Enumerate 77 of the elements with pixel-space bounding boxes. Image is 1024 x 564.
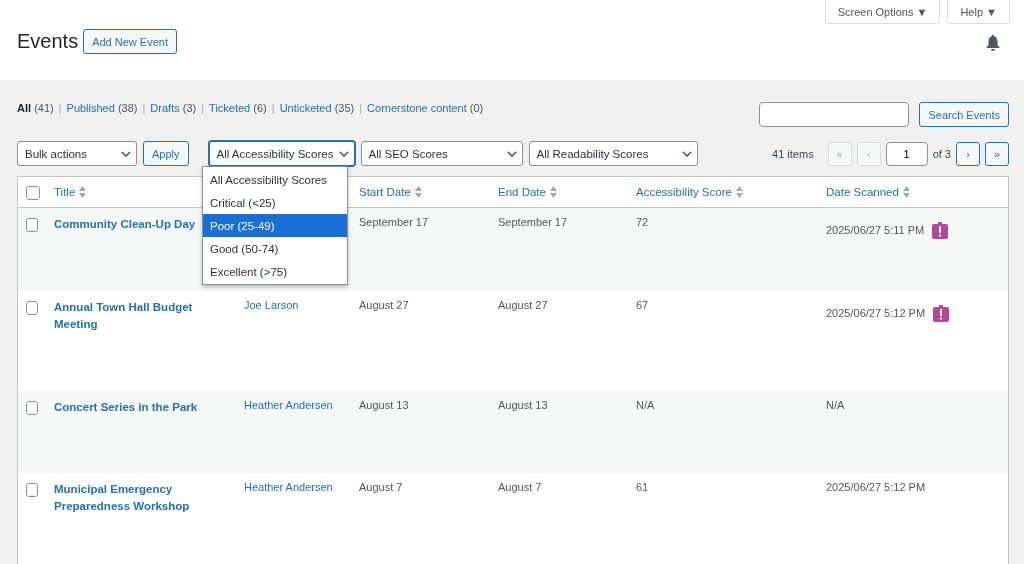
sort-icon <box>549 186 557 198</box>
help-tab[interactable]: Help ▼ <box>947 0 1010 24</box>
checkbox[interactable] <box>26 186 40 200</box>
filter-select[interactable]: All Readability Scores <box>528 141 698 166</box>
dropdown-option[interactable]: All Accessibility Scores <box>203 168 347 191</box>
column-header[interactable]: End Date <box>498 186 557 198</box>
dropdown-option[interactable]: Excellent (>75) <box>203 260 347 283</box>
author-link[interactable]: Heather Andersen <box>244 399 333 411</box>
event-title-link[interactable]: Concert Series in the Park <box>54 399 198 416</box>
separator: | <box>58 102 62 114</box>
page-nav-button[interactable]: » <box>985 141 1009 166</box>
checkbox[interactable] <box>26 218 38 232</box>
page-nav-button[interactable]: › <box>956 141 980 166</box>
checkbox[interactable] <box>26 401 38 415</box>
view-filter-link[interactable]: Drafts (3) <box>150 102 197 114</box>
author-link[interactable]: Joe Larson <box>244 299 299 311</box>
date-scanned: N/A <box>826 399 845 411</box>
view-filter-link[interactable]: Unticketed (35) <box>279 102 355 114</box>
screen-options-tab[interactable]: Screen Options ▼ <box>824 0 941 24</box>
dropdown-option[interactable]: Critical (<25) <box>203 191 347 214</box>
start-date: September 17 <box>359 216 429 228</box>
page-total: of 3 <box>932 147 951 160</box>
accessibility-score: 72 <box>636 216 649 228</box>
end-date: August 27 <box>498 299 548 311</box>
chevron-icon <box>506 150 517 157</box>
page-title: Events <box>17 30 79 53</box>
checkbox[interactable] <box>26 301 38 315</box>
separator: | <box>201 102 205 114</box>
search-field[interactable] <box>759 102 910 127</box>
bell-icon[interactable] <box>986 35 1000 51</box>
accessibility-score: 61 <box>636 481 649 493</box>
alert-icon[interactable] <box>932 222 949 239</box>
end-date: August 7 <box>498 481 542 493</box>
bulk-actions-select[interactable]: Bulk actions <box>17 141 137 166</box>
sort-icon <box>414 186 422 198</box>
separator: | <box>271 102 275 114</box>
alert-icon[interactable] <box>933 305 950 322</box>
view-filter-link[interactable]: Ticketed (6) <box>209 102 267 114</box>
date-scanned: 2025/06/27 5:11 PM <box>826 224 925 236</box>
accessibility-score: N/A <box>636 399 655 411</box>
filter-select[interactable]: All Accessibility Scores <box>208 141 355 166</box>
search-events-button[interactable]: Search Events <box>919 102 1009 127</box>
event-title-link[interactable]: Municipal Emergency Preparedness Workshop <box>54 481 228 515</box>
end-date: September 17 <box>498 216 568 228</box>
chevron-icon <box>338 150 349 157</box>
sort-icon <box>735 186 743 198</box>
date-scanned: 2025/06/27 5:12 PM <box>826 307 926 319</box>
column-header[interactable]: Accessibility Score <box>636 186 743 198</box>
view-filter-link[interactable]: Cornerstone content (0) <box>367 102 484 114</box>
start-date: August 13 <box>359 399 409 411</box>
start-date: August 27 <box>359 299 409 311</box>
chevron-icon <box>121 150 131 157</box>
dropdown-option[interactable]: Good (50-74) <box>203 237 347 260</box>
sort-icon <box>902 186 910 198</box>
dropdown-option[interactable]: Poor (25-49) <box>203 214 347 237</box>
column-header[interactable]: Start Date <box>359 186 422 198</box>
accessibility-score: 67 <box>636 299 649 311</box>
sort-icon <box>79 186 87 198</box>
start-date: August 7 <box>359 481 403 493</box>
column-header[interactable]: Date Scanned <box>826 186 910 198</box>
checkbox[interactable] <box>26 483 38 497</box>
view-filter-link[interactable]: Published (38) <box>66 102 138 114</box>
chevron-icon <box>681 150 692 157</box>
items-count: 41 items <box>772 147 814 160</box>
event-title-link[interactable]: Annual Town Hall Budget Meeting <box>54 299 228 333</box>
add-new-event-button[interactable]: Add New Event <box>83 29 177 54</box>
column-header[interactable]: Title <box>54 186 87 198</box>
view-filter-link[interactable]: All (41) <box>17 102 54 114</box>
page-number-field[interactable]: 1 <box>885 141 928 166</box>
filter-select[interactable]: All SEO Scores <box>360 141 523 166</box>
separator: | <box>142 102 146 114</box>
date-scanned: 2025/06/27 5:12 PM <box>826 481 926 493</box>
apply-button[interactable]: Apply <box>143 141 189 166</box>
event-title-link[interactable]: Community Clean-Up Day <box>54 216 196 233</box>
separator: | <box>359 102 363 114</box>
end-date: August 13 <box>498 399 548 411</box>
author-link[interactable]: Heather Andersen <box>244 481 333 493</box>
